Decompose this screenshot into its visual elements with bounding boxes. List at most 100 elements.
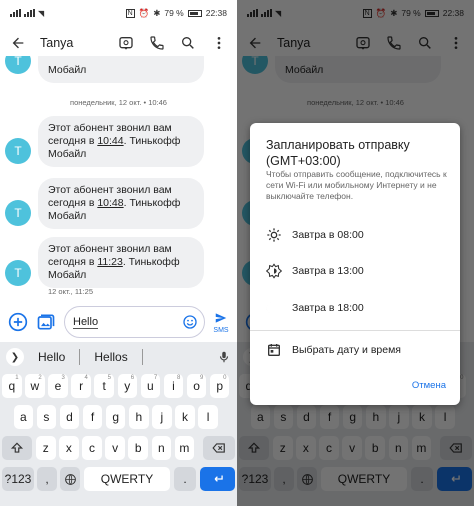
option-tomorrow-morning[interactable]: Завтра в 08:00	[266, 225, 450, 245]
nfc-icon: N	[125, 8, 135, 18]
key-a[interactable]: a	[13, 405, 34, 429]
key-s[interactable]: s	[36, 405, 57, 429]
battery-icon	[187, 9, 202, 17]
wifi-icon: ◥	[38, 8, 45, 18]
dialog-divider	[250, 330, 460, 331]
message-bubble-previous[interactable]: Мобайл	[38, 56, 204, 83]
add-attachment-icon[interactable]	[8, 312, 28, 332]
option-label: Завтра в 13:00	[292, 265, 364, 277]
message-text: Мобайл	[48, 64, 87, 76]
message-bubble[interactable]: Этот абонент звонил вам сегодня в 10:48.…	[38, 178, 204, 229]
numbers-key[interactable]: ?123	[2, 467, 34, 491]
message-bubble[interactable]: Этот абонент звонил вам сегодня в 11:23.…	[38, 237, 204, 288]
schedule-message-icon[interactable]	[118, 35, 134, 51]
key-hint: 9	[200, 375, 204, 381]
key-m[interactable]: m	[174, 436, 195, 460]
shift-icon	[10, 442, 24, 453]
key-j[interactable]: j	[152, 405, 172, 429]
alarm-icon: ⏰	[138, 7, 150, 18]
message-input[interactable]: Hello	[64, 306, 205, 338]
shift-key[interactable]	[2, 436, 32, 460]
enter-icon	[214, 475, 223, 482]
key-t[interactable]: t5	[94, 374, 114, 398]
message-bubble[interactable]: Этот абонент звонил вам сегодня в 10:44.…	[38, 116, 204, 167]
key-p[interactable]: p0	[209, 374, 230, 398]
suggestion-word[interactable]: Hello	[38, 350, 65, 364]
key-h[interactable]: h	[129, 405, 149, 429]
option-tomorrow-afternoon[interactable]: Завтра в 13:00	[265, 261, 450, 281]
key-hint: 2	[38, 375, 42, 381]
key-hint: 1	[15, 375, 19, 381]
key-n[interactable]: n	[151, 436, 172, 460]
moon-icon	[266, 300, 282, 316]
language-key[interactable]	[60, 467, 80, 491]
comma-key[interactable]: ,	[37, 467, 57, 491]
key-hint: 3	[61, 375, 65, 381]
key-hint: 5	[107, 375, 111, 381]
key-x[interactable]: x	[59, 436, 79, 460]
send-sms-button[interactable]: SMS	[213, 311, 229, 334]
phone-call-icon[interactable]	[149, 35, 165, 51]
dialog-title: Запланировать отправку (GMT+03:00)	[266, 138, 410, 168]
signal-icon-2	[24, 9, 35, 17]
time-link[interactable]: 11:23	[97, 256, 123, 268]
key-q[interactable]: q1	[2, 374, 22, 398]
microphone-icon[interactable]	[217, 350, 231, 364]
space-key[interactable]: QWERTY	[84, 467, 170, 491]
key-z[interactable]: z	[36, 436, 56, 460]
key-w[interactable]: w2	[25, 374, 45, 398]
avatar[interactable]: T	[5, 138, 31, 164]
globe-icon	[64, 473, 76, 485]
emoji-icon[interactable]	[182, 314, 198, 330]
key-u[interactable]: u7	[140, 374, 161, 398]
header-actions	[118, 35, 227, 51]
contact-name: Tanya	[40, 36, 74, 50]
message-line: Мобайл	[48, 269, 87, 281]
key-y[interactable]: y6	[117, 374, 138, 398]
enter-key[interactable]	[200, 467, 235, 491]
compose-bar: Hello SMS	[0, 302, 237, 342]
key-b[interactable]: b	[128, 436, 148, 460]
schedule-send-dialog: Запланировать отправку (GMT+03:00) Чтобы…	[250, 123, 460, 405]
gallery-icon[interactable]	[36, 312, 56, 332]
key-hint: 0	[223, 375, 227, 381]
suggestion-divider	[79, 349, 81, 365]
key-hint: 7	[153, 375, 158, 381]
key-r[interactable]: r4	[71, 374, 91, 398]
avatar[interactable]: T	[5, 200, 31, 226]
option-tomorrow-evening[interactable]: Завтра в 18:00	[266, 298, 450, 318]
conversation-header: Tanya	[0, 26, 237, 60]
key-c[interactable]: c	[82, 436, 102, 460]
send-icon	[213, 311, 229, 327]
message-line: сегодня в 10:48. Тинькофф	[48, 197, 181, 209]
key-k[interactable]: k	[175, 405, 195, 429]
key-e[interactable]: e3	[48, 374, 68, 398]
key-i[interactable]: i8	[163, 374, 184, 398]
backspace-key[interactable]	[203, 436, 235, 460]
avatar[interactable]: T	[5, 260, 31, 286]
period-key[interactable]: .	[174, 467, 196, 491]
suggestion-divider	[141, 349, 143, 365]
key-l[interactable]: l	[198, 405, 218, 429]
message-line: Этот абонент звонил вам	[48, 122, 172, 134]
chevron-right-icon[interactable]: ❯	[6, 348, 24, 366]
key-f[interactable]: f	[82, 405, 103, 429]
more-vert-icon[interactable]	[211, 35, 227, 51]
cancel-button[interactable]: Отмена	[412, 380, 446, 391]
avatar[interactable]: T	[5, 56, 31, 74]
suggestion-word[interactable]: Hellos	[94, 350, 127, 364]
messages-screen: ◥ N ⏰ ✱ 79 % 22:38 Tanya T Мобайл понеде…	[0, 0, 237, 506]
key-o[interactable]: o9	[186, 374, 207, 398]
key-v[interactable]: v	[105, 436, 125, 460]
signal-indicators: ◥	[10, 9, 44, 18]
time-link[interactable]: 10:44	[97, 135, 123, 147]
key-d[interactable]: d	[59, 405, 80, 429]
message-line: сегодня в 11:23. Тинькофф	[48, 256, 180, 268]
search-icon[interactable]	[180, 35, 196, 51]
message-list[interactable]: T Мобайл понедельник, 12 окт. • 10:46 T …	[0, 56, 237, 302]
key-g[interactable]: g	[105, 405, 126, 429]
time-link[interactable]: 10:48	[97, 197, 123, 209]
option-pick-date-time[interactable]: Выбрать дату и время	[266, 340, 450, 360]
back-arrow-icon[interactable]	[10, 35, 26, 51]
message-line: сегодня в 10:44. Тинькофф	[48, 135, 181, 147]
